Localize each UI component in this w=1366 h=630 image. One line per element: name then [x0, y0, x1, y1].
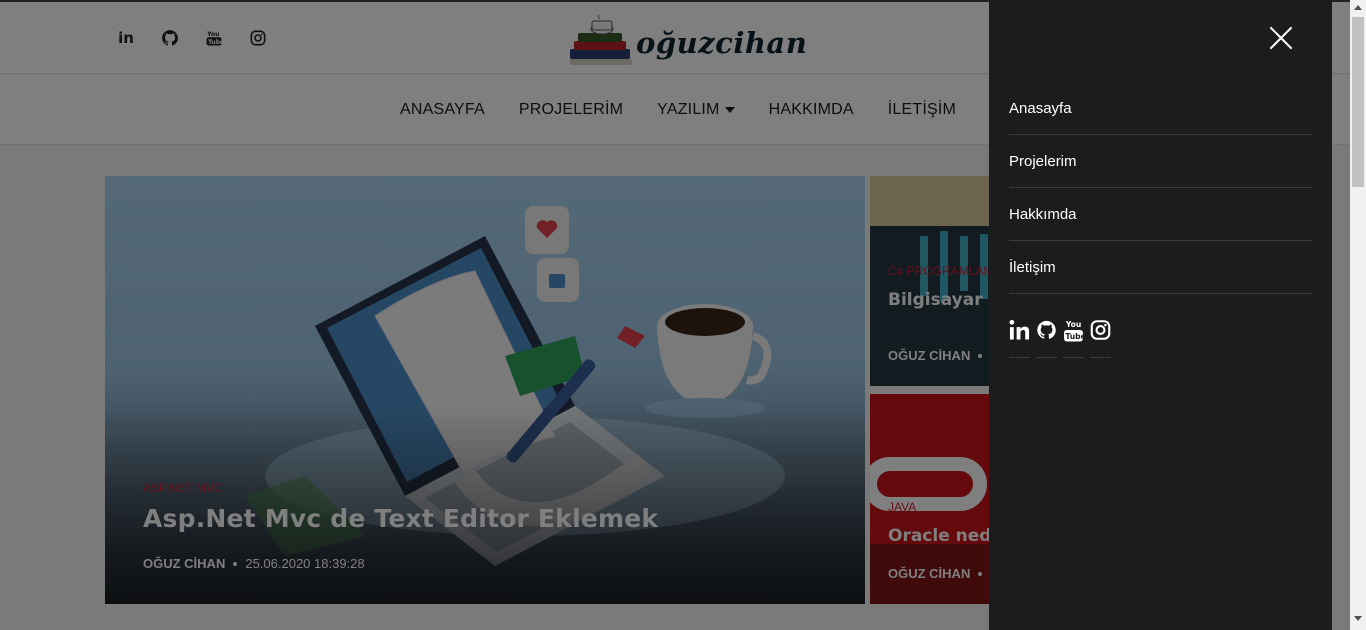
drawer-socials: You Tube [1009, 318, 1111, 358]
drawer-link-projelerim[interactable]: Projelerim [1009, 153, 1077, 170]
scroll-down-arrow-icon[interactable] [1354, 616, 1362, 621]
page-scrollbar[interactable] [1350, 0, 1366, 630]
scroll-up-arrow-icon[interactable] [1354, 5, 1362, 10]
drawer-menu-item: Anasayfa [1009, 82, 1312, 135]
instagram-icon[interactable] [1090, 318, 1111, 358]
youtube-icon[interactable]: You Tube [1063, 318, 1084, 358]
github-icon[interactable] [1036, 318, 1057, 358]
close-icon[interactable] [1269, 26, 1293, 50]
drawer-link-anasayfa[interactable]: Anasayfa [1009, 100, 1072, 117]
drawer-menu: Anasayfa Projelerim Hakkımda İletişim [1009, 82, 1312, 294]
drawer-link-iletisim[interactable]: İletişim [1009, 259, 1056, 276]
drawer-menu-item: İletişim [1009, 241, 1312, 294]
svg-text:Tube: Tube [1065, 332, 1084, 341]
drawer-menu-item: Hakkımda [1009, 188, 1312, 241]
linkedin-icon[interactable] [1009, 318, 1030, 358]
scrollbar-thumb[interactable] [1352, 17, 1364, 187]
drawer-link-hakkimda[interactable]: Hakkımda [1009, 206, 1077, 223]
mobile-menu-drawer: Anasayfa Projelerim Hakkımda İletişim Yo… [989, 0, 1332, 630]
svg-text:You: You [1065, 320, 1082, 329]
drawer-menu-item: Projelerim [1009, 135, 1312, 188]
